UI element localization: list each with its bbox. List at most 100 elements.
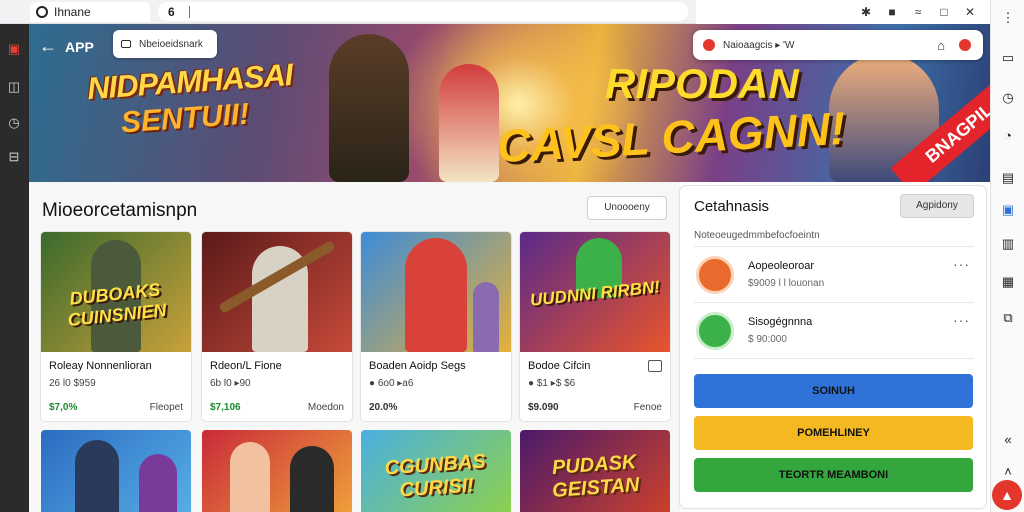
text-cursor <box>188 5 190 18</box>
product-price: $7,0% <box>49 402 78 413</box>
card-icon <box>121 40 131 48</box>
product-card-thumbnail[interactable] <box>41 430 191 512</box>
product-character <box>139 454 177 512</box>
product-name[interactable]: Roleay Nonnenlioran <box>49 360 152 372</box>
window-icon[interactable]: □ <box>936 5 952 19</box>
product-character <box>230 442 270 512</box>
product-meta: ● 6o0 ▸a6 <box>369 378 414 389</box>
clock-icon[interactable]: ◔ <box>1000 128 1016 144</box>
entry-name[interactable]: Sisogégnnna <box>748 316 812 328</box>
product-card-thumbnail[interactable]: PUDASK GEISTAN <box>520 430 670 512</box>
history-icon[interactable]: ◷ <box>5 114 23 132</box>
home-icon[interactable]: ⌂ <box>937 38 945 53</box>
product-price: $7,106 <box>210 402 241 413</box>
divider <box>694 358 974 359</box>
back-arrow-icon[interactable]: ← <box>39 36 57 57</box>
product-section: Mioeorcetamisnpn Unoooeny DUBOAKS CUINSN… <box>29 182 680 512</box>
product-name[interactable]: Boaden Aoidp Segs <box>369 360 466 372</box>
tab-label: Ihnane <box>54 5 91 19</box>
product-price: 20.0% <box>369 402 398 413</box>
tertiary-button[interactable]: TEORTR MEAMBONI <box>694 458 973 492</box>
battery-icon[interactable]: ■ <box>884 5 900 19</box>
product-character <box>75 440 119 512</box>
bookmark-icon[interactable]: ▣ <box>1000 202 1016 218</box>
search-text: Nbeioeidsnark <box>139 38 203 50</box>
product-card[interactable]: UUDNNI RIRBN! Bodoe Cifcin ● $1 ▸$ $6 $9… <box>520 232 670 421</box>
product-card-thumbnail[interactable] <box>202 430 352 512</box>
product-meta: 26 l0 $959 <box>49 378 96 389</box>
system-tray: ✱ ■ ≈ □ ✕ <box>696 0 990 24</box>
product-art-text: DUBOAKS CUINSNIEN <box>66 279 168 331</box>
banner-jester-figure <box>439 64 499 182</box>
browser-tab[interactable]: Ihnane <box>30 2 150 22</box>
product-card-thumbnail[interactable]: CGUNBAS CURISI! <box>361 430 511 512</box>
filter-button[interactable]: Unoooeny <box>587 196 667 220</box>
right-rail: ⋮ ▭ ◷ ◔ ▤ ▣ ▥ ▦ ⧉ « ˄ ▲ <box>990 0 1024 512</box>
back-nav[interactable]: ← APP <box>39 36 94 57</box>
share-icon[interactable]: ⧉ <box>1000 310 1016 326</box>
avatar[interactable] <box>696 312 734 350</box>
address-bar[interactable]: 6 <box>158 2 688 21</box>
store-icon[interactable]: ▣ <box>5 40 23 58</box>
divider <box>694 302 974 303</box>
product-image[interactable] <box>202 232 352 352</box>
product-action[interactable]: Fleopet <box>150 402 183 413</box>
hero-banner[interactable]: ← APP Nbeioeidsnark Naioaagcis ▸ 'W ⌂ NI… <box>29 24 990 182</box>
banner-title-right-1: RIPODAN <box>605 60 799 107</box>
app-window: ▣ ◫ ◷ ⊟ Ihnane 6 ✱ ■ ≈ □ ✕ ← APP Nbeioei… <box>0 0 1024 512</box>
banner-search-box[interactable]: Nbeioeidsnark <box>113 30 217 58</box>
cart-icon[interactable]: ▦ <box>1000 274 1016 290</box>
books-icon[interactable]: ▥ <box>1000 236 1016 252</box>
wifi-icon[interactable]: ≈ <box>910 5 926 19</box>
close-icon[interactable]: ✕ <box>962 5 978 19</box>
downloads-icon[interactable]: ⊟ <box>5 148 23 166</box>
more-vertical-icon[interactable]: ⋮ <box>1000 10 1016 26</box>
product-meta: 6b l0 ▸90 <box>210 378 251 389</box>
product-image[interactable]: UUDNNI RIRBN! <box>520 232 670 352</box>
collapse-icon[interactable]: « <box>1000 432 1016 448</box>
browser-toolbar: Ihnane 6 ✱ ■ ≈ □ ✕ <box>0 0 990 24</box>
chevron-up-icon[interactable]: ˄ <box>1000 464 1016 480</box>
chat-icon[interactable]: ◫ <box>5 78 23 96</box>
product-card[interactable]: Rdeon/L Fione 6b l0 ▸90 $7,106 Moedon <box>202 232 352 421</box>
banner-hero-figure <box>329 34 409 182</box>
primary-button[interactable]: SOINUH <box>694 374 973 408</box>
panel-entry[interactable]: Aopeoleoroar $9009 l l louonan ··· <box>696 254 974 298</box>
product-meta: ● $1 ▸$ $6 <box>528 378 576 389</box>
pages-icon[interactable]: ▤ <box>1000 170 1016 186</box>
panel-action-button[interactable]: Agpidony <box>900 194 974 218</box>
bluetooth-icon[interactable]: ✱ <box>858 5 874 19</box>
record-icon[interactable] <box>959 39 971 51</box>
product-card[interactable]: DUBOAKS CUINSNIEN Roleay Nonnenlioran 26… <box>41 232 191 421</box>
product-name[interactable]: Rdeon/L Fione <box>210 360 282 372</box>
avatar[interactable] <box>696 256 734 294</box>
fab-button[interactable]: ▲ <box>992 480 1022 510</box>
left-rail: ▣ ◫ ◷ ⊟ <box>0 0 29 512</box>
ad-badge-icon <box>703 39 715 51</box>
ad-bar[interactable]: Naioaagcis ▸ 'W ⌂ <box>693 30 983 60</box>
document-icon[interactable] <box>648 360 662 372</box>
product-price: $9.090 <box>528 402 559 413</box>
product-image[interactable]: DUBOAKS CUINSNIEN <box>41 232 191 352</box>
product-art-text: PUDASK GEISTAN <box>551 451 641 502</box>
product-character <box>405 238 467 352</box>
back-label[interactable]: APP <box>65 39 94 55</box>
lock-icon: 6 <box>168 4 175 19</box>
calendar-icon[interactable]: ▭ <box>1000 50 1016 66</box>
history-icon[interactable]: ◷ <box>1000 90 1016 106</box>
secondary-button[interactable]: POMEHLINEY <box>694 416 973 450</box>
product-name[interactable]: Bodoe Cifcin <box>528 360 590 372</box>
entry-name[interactable]: Aopeoleoroar <box>748 260 814 272</box>
panel-entry[interactable]: Sisogégnnna $ 90:000 ··· <box>696 310 974 354</box>
product-action[interactable]: Moedon <box>308 402 344 413</box>
product-action[interactable]: Fenoe <box>634 402 662 413</box>
side-panel: Cetahnasis Agpidony Noteoeugedmmbefocfoe… <box>680 186 986 508</box>
product-card[interactable]: Boaden Aoidp Segs ● 6o0 ▸a6 20.0% <box>361 232 511 421</box>
product-art-text: CGUNBAS CURISI! <box>383 450 487 502</box>
product-image[interactable] <box>361 232 511 352</box>
more-icon[interactable]: ··· <box>953 256 970 272</box>
more-icon[interactable]: ··· <box>953 312 970 328</box>
section-title: Mioeorcetamisnpn <box>42 200 198 221</box>
entry-meta: $ 90:000 <box>748 334 787 345</box>
entry-meta: $9009 l l louonan <box>748 278 825 289</box>
